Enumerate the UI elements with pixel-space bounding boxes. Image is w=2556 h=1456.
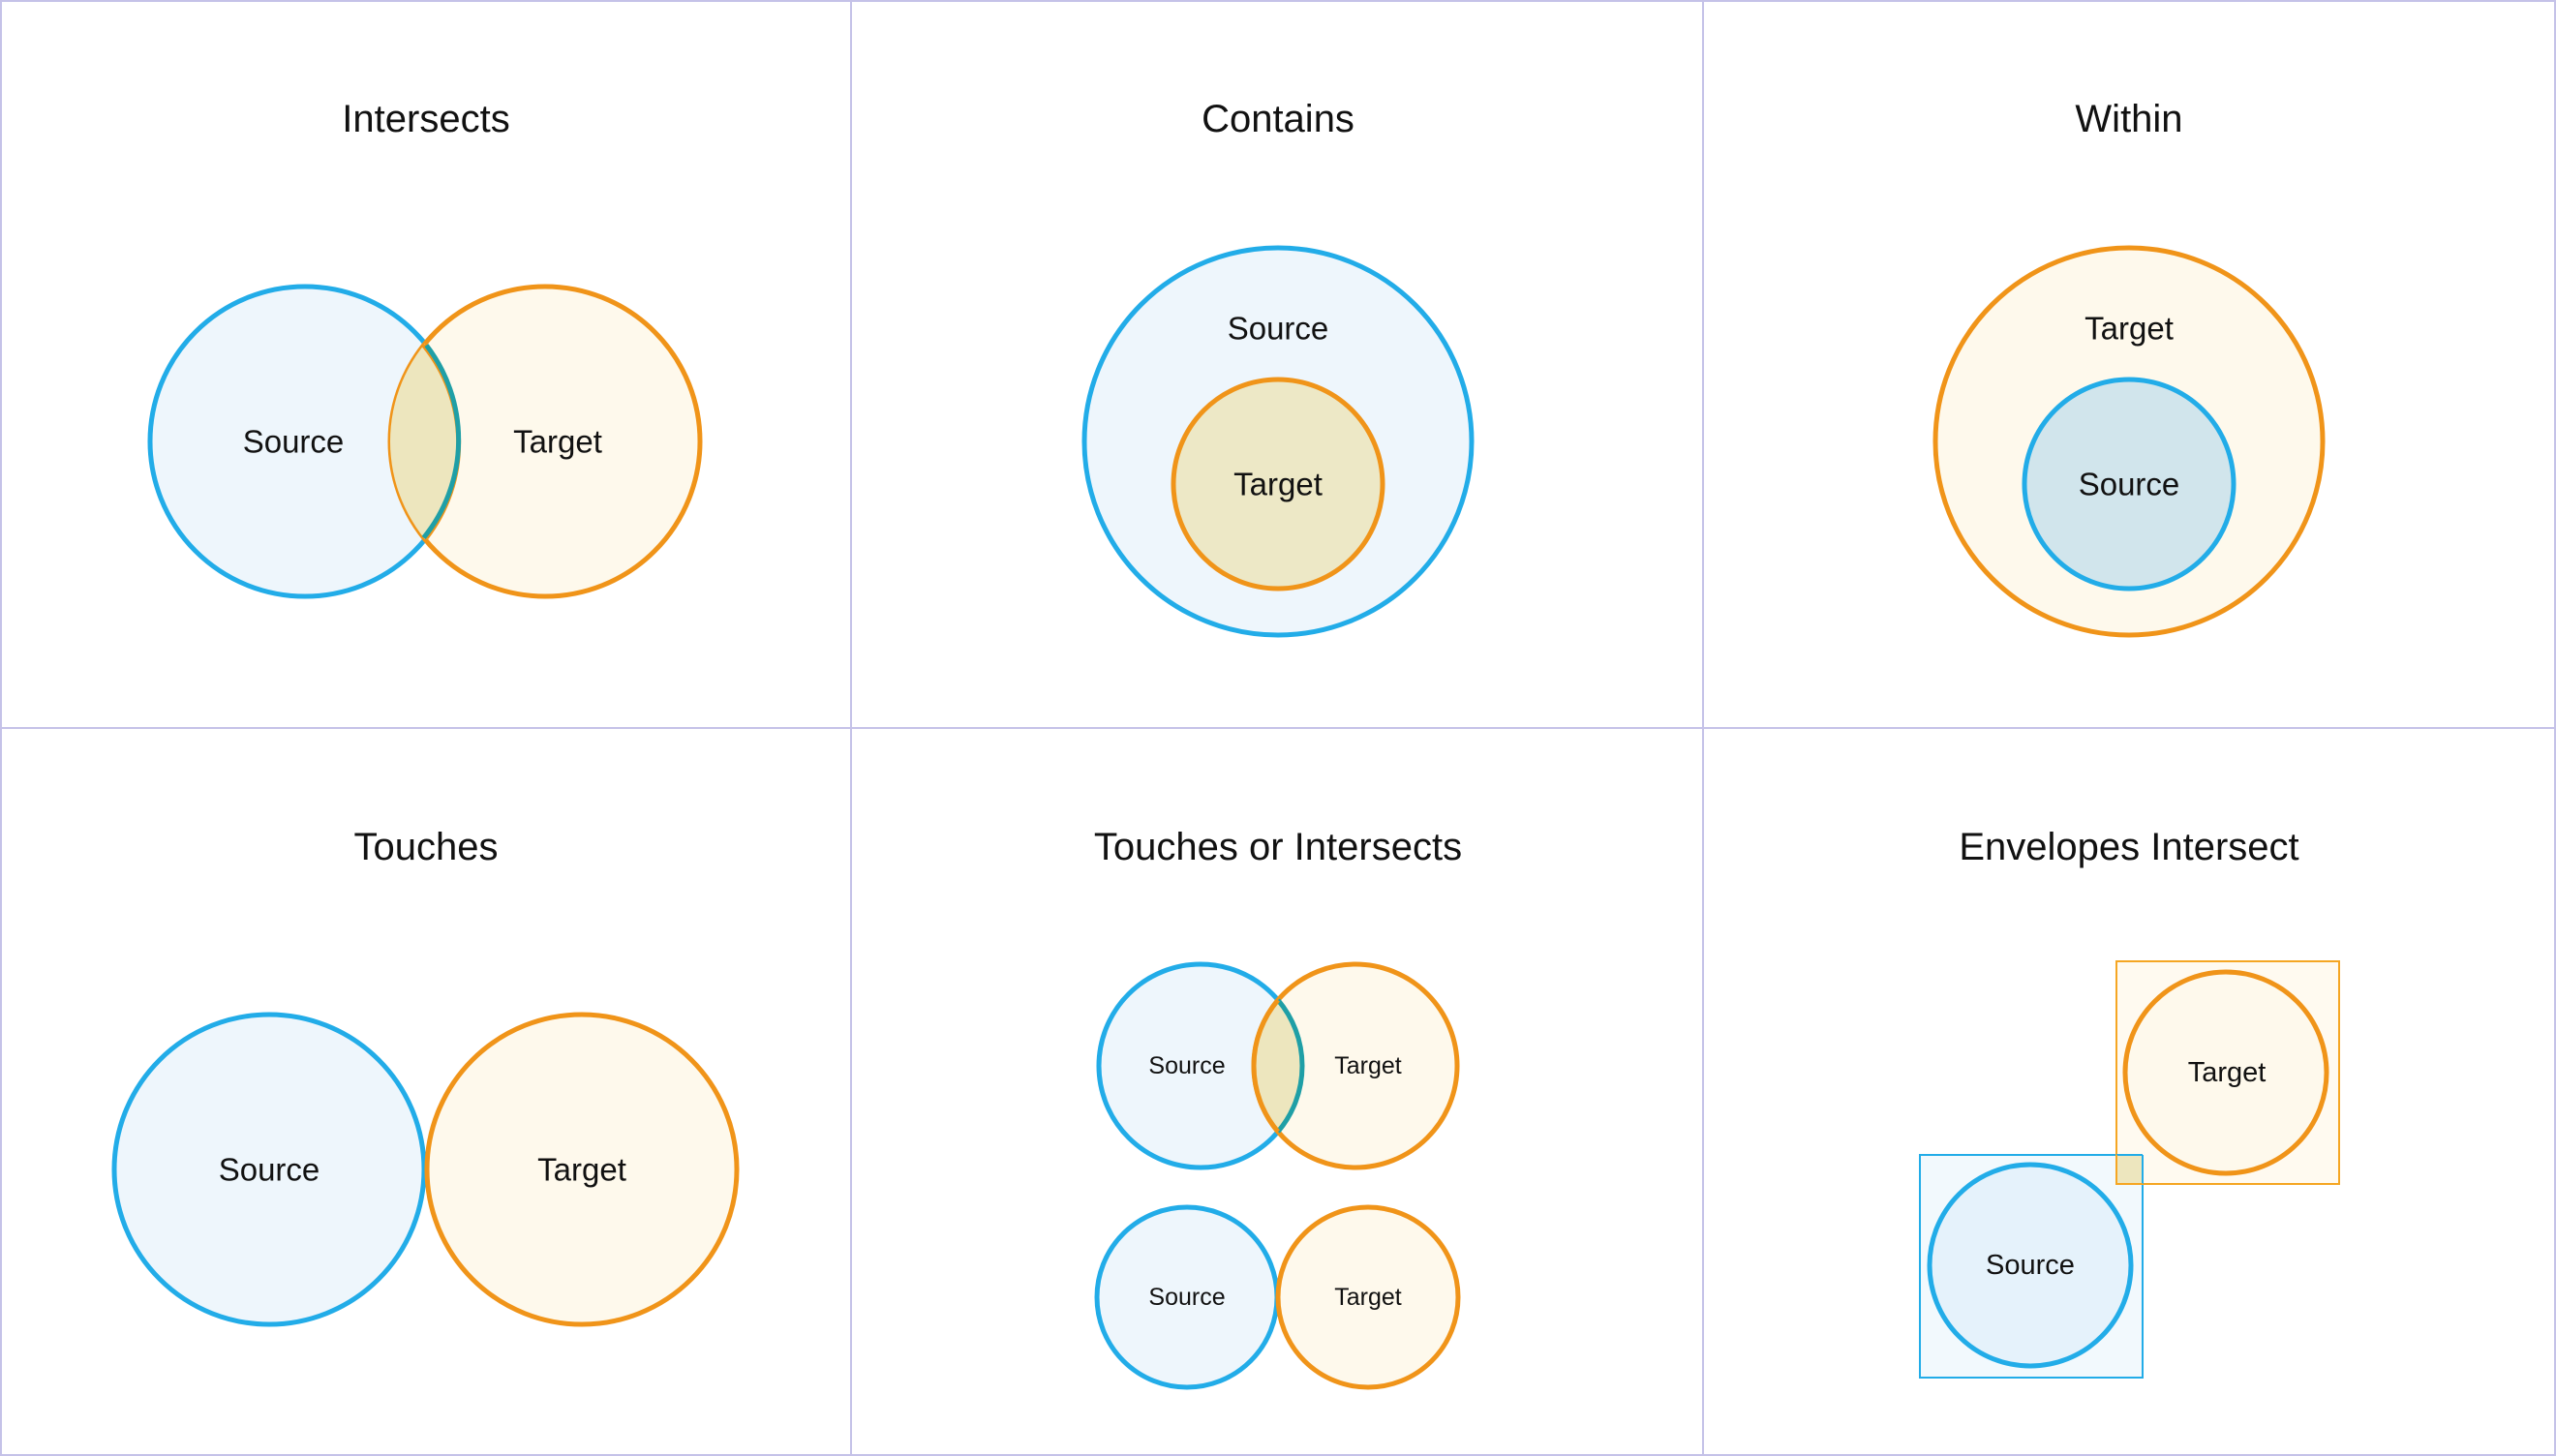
panel-within: Within Target Source	[1932, 98, 2326, 638]
source-label: Source	[243, 424, 345, 460]
panel-title: Intersects	[342, 98, 509, 140]
source-label: Source	[2079, 467, 2180, 502]
panel-contains: Contains Source Target	[1081, 98, 1475, 638]
target-label: Target	[537, 1152, 626, 1188]
target-label-top: Target	[1334, 1052, 1402, 1079]
source-label-top: Source	[1148, 1052, 1225, 1079]
target-label: Target	[513, 424, 602, 460]
source-label: Source	[1228, 311, 1329, 347]
panel-touches: Touches Source Target	[111, 826, 740, 1327]
panel-title: Touches	[354, 826, 499, 868]
source-label: Source	[219, 1152, 320, 1188]
panel-envelopes-intersect: Envelopes Intersect Target Source	[1919, 826, 2340, 1379]
panel-intersects: Intersects Source Target	[147, 98, 703, 599]
source-label: Source	[1986, 1250, 2075, 1281]
source-label-bottom: Source	[1148, 1284, 1225, 1311]
target-label-bottom: Target	[1334, 1284, 1402, 1311]
panel-title: Envelopes Intersect	[1959, 826, 2298, 868]
target-label: Target	[1233, 467, 1323, 502]
panel-title: Touches or Intersects	[1094, 826, 1462, 868]
panel-touches-or-intersects: Touches or Intersects Source Target Sour…	[1094, 826, 1462, 1390]
panel-title: Contains	[1202, 98, 1354, 140]
envelope-overlap	[2116, 1155, 2143, 1184]
target-label: Target	[2084, 311, 2174, 347]
panel-title: Within	[2075, 98, 2182, 140]
spatial-relationships-diagram: Intersects Source Target Contains Source…	[0, 0, 2556, 1456]
target-label: Target	[2188, 1057, 2267, 1088]
